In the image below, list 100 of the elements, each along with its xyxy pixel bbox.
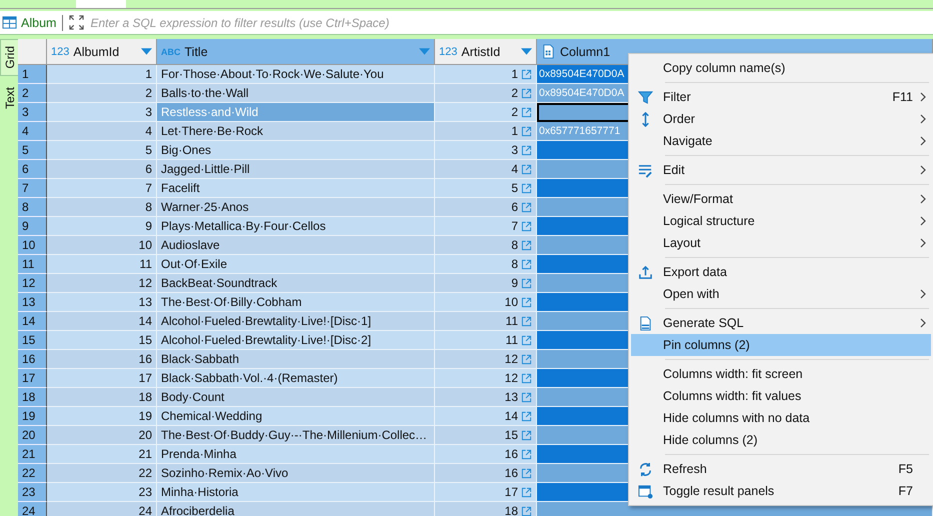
table-cell: Minha·Historia <box>157 483 435 502</box>
link-icon[interactable] <box>521 182 532 194</box>
row-number[interactable]: 1 <box>18 65 47 84</box>
menu-item[interactable]: Layout <box>631 232 931 254</box>
menu-item[interactable]: Refresh F5 <box>631 458 931 480</box>
row-number[interactable]: 14 <box>18 312 47 331</box>
dropdown-arrow-icon[interactable] <box>419 48 430 55</box>
table-cell: Warner·25·Anos <box>157 198 435 217</box>
expand-icon[interactable] <box>69 15 84 30</box>
row-number[interactable]: 7 <box>18 179 47 198</box>
menu-item[interactable]: Open with <box>631 283 931 305</box>
row-number[interactable]: 11 <box>18 255 47 274</box>
menu-item[interactable]: Pin columns (2) <box>631 334 931 356</box>
menu-item[interactable]: Edit <box>631 159 931 181</box>
menu-item[interactable]: Toggle result panels F7 <box>631 480 931 502</box>
row-number[interactable]: 8 <box>18 198 47 217</box>
link-icon[interactable] <box>521 354 532 364</box>
column-header[interactable]: 123 AlbumId <box>47 39 157 65</box>
row-number[interactable]: 23 <box>18 483 47 502</box>
table-cell: 12 <box>47 274 157 293</box>
menu-item[interactable]: Hide columns (2) <box>631 429 931 451</box>
row-number[interactable]: 2 <box>18 84 47 103</box>
table-cell: 13 <box>47 293 157 312</box>
link-icon[interactable] <box>521 126 532 136</box>
row-number[interactable]: 22 <box>18 464 47 483</box>
side-tab[interactable]: Text <box>0 80 19 116</box>
row-number[interactable]: 10 <box>18 236 47 255</box>
link-icon[interactable] <box>521 88 532 98</box>
cell-value: 3 <box>511 143 518 157</box>
menu-item[interactable]: View/Format <box>631 188 931 210</box>
menu-item[interactable]: Generate SQL <box>631 312 931 334</box>
link-icon[interactable] <box>521 240 532 250</box>
row-number[interactable]: 17 <box>18 369 47 388</box>
table-cell: For·Those·About·To·Rock·We·Salute·You <box>157 65 435 84</box>
dropdown-arrow-icon[interactable] <box>521 48 532 55</box>
link-icon[interactable] <box>521 334 532 346</box>
row-number[interactable]: 13 <box>18 293 47 312</box>
side-tab[interactable]: Grid <box>0 39 19 76</box>
cell-value: 18 <box>504 504 518 516</box>
cell-value: 2 <box>511 86 518 100</box>
link-icon[interactable] <box>521 316 532 326</box>
link-icon[interactable] <box>521 220 532 232</box>
dropdown-arrow-icon[interactable] <box>141 48 152 55</box>
link-icon[interactable] <box>521 68 532 80</box>
link-icon[interactable] <box>521 410 532 422</box>
row-number[interactable]: 6 <box>18 160 47 179</box>
link-icon[interactable] <box>521 430 532 440</box>
row-number[interactable]: 15 <box>18 331 47 350</box>
row-number[interactable]: 24 <box>18 502 47 516</box>
row-number[interactable]: 3 <box>18 103 47 122</box>
row-number[interactable]: 9 <box>18 217 47 236</box>
type-label: ABC <box>161 46 180 56</box>
cell-value: 17 <box>504 485 518 499</box>
table-cell: 3 <box>47 103 157 122</box>
cell-value: 5 <box>511 181 518 195</box>
table-cell: 10 <box>47 236 157 255</box>
table-cell: Black·Sabbath·Vol.·4·(Remaster) <box>157 369 435 388</box>
link-icon[interactable] <box>521 392 532 402</box>
menu-item[interactable]: Columns width: fit screen <box>631 363 931 385</box>
menu-item[interactable]: Export data <box>631 261 931 283</box>
menu-item[interactable]: Hide columns with no data <box>631 407 931 429</box>
column-header[interactable]: 123 ArtistId <box>435 39 537 65</box>
row-number[interactable]: 21 <box>18 445 47 464</box>
link-icon[interactable] <box>521 278 532 288</box>
table-cell: Alcohol·Fueled·Brewtality·Live!·[Disc·2] <box>157 331 435 350</box>
link-icon[interactable] <box>521 448 532 460</box>
link-icon[interactable] <box>521 468 532 478</box>
link-icon[interactable] <box>521 202 532 212</box>
cell-value: 12 <box>504 371 518 385</box>
row-number[interactable]: 4 <box>18 122 47 141</box>
link-icon[interactable] <box>521 486 532 498</box>
link-icon[interactable] <box>521 144 532 156</box>
column-header[interactable]: ABC Title <box>157 39 435 65</box>
table-cell: Sozinho·Remix·Ao·Vivo <box>157 464 435 483</box>
row-number[interactable]: 20 <box>18 426 47 445</box>
row-number[interactable]: 18 <box>18 388 47 407</box>
table-cell: Afrociberdelia <box>157 502 435 516</box>
row-number[interactable]: 5 <box>18 141 47 160</box>
filter-input[interactable]: Enter a SQL expression to filter results (use Ctrl+Space) <box>88 11 933 34</box>
row-number[interactable]: 16 <box>18 350 47 369</box>
link-icon[interactable] <box>521 296 532 308</box>
cell-value: 15 <box>504 428 518 442</box>
table-cell: Alcohol·Fueled·Brewtality·Live!·[Disc·1] <box>157 312 435 331</box>
cell-value: 4 <box>511 162 518 176</box>
row-number[interactable]: 19 <box>18 407 47 426</box>
menu-item[interactable]: Logical structure <box>631 210 931 232</box>
link-icon[interactable] <box>521 258 532 270</box>
menu-item[interactable]: Columns width: fit values <box>631 385 931 407</box>
cell-value: 1 <box>511 67 518 81</box>
link-icon[interactable] <box>521 506 532 516</box>
row-number[interactable]: 12 <box>18 274 47 293</box>
link-icon[interactable] <box>521 106 532 118</box>
table-cell: The·Best·Of·Buddy·Guy·-·The·Millenium·Collec… <box>157 426 435 445</box>
table-cell: Facelift <box>157 179 435 198</box>
table-cell: 5 <box>47 141 157 160</box>
link-icon[interactable] <box>521 372 532 384</box>
cell-value: 11 <box>506 314 518 328</box>
link-icon[interactable] <box>521 164 532 174</box>
shortcut-text: F5 <box>898 462 913 476</box>
cell-value: 12 <box>504 352 518 366</box>
